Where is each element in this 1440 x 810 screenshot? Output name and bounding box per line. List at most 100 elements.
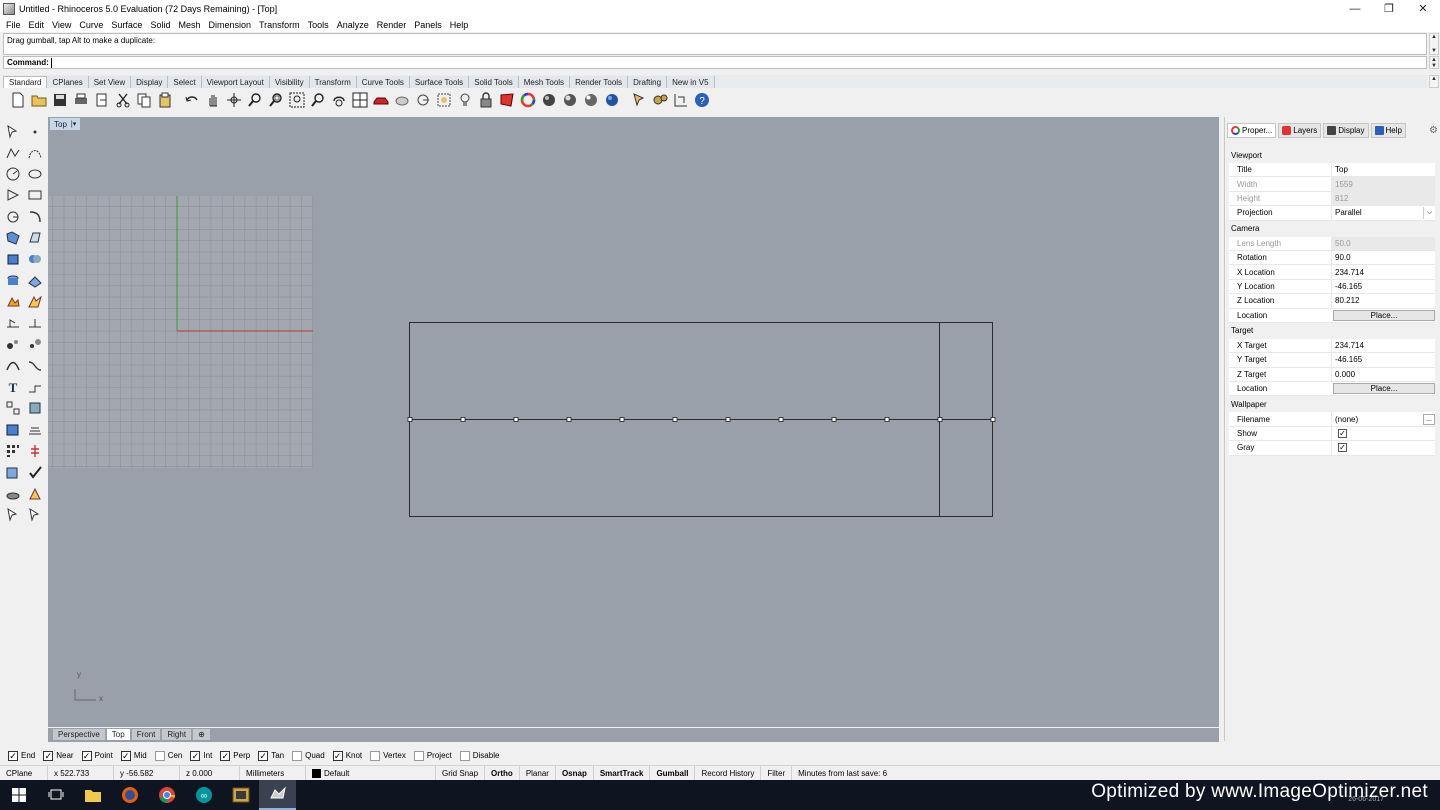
dimension-tool-icon[interactable] <box>670 90 691 111</box>
group-icon[interactable] <box>2 419 24 440</box>
tab-display-panel[interactable]: Display <box>1323 122 1369 138</box>
viewport-tab-right[interactable]: Right <box>161 728 193 741</box>
firefox-icon[interactable] <box>111 780 148 810</box>
viewport-tab-perspective[interactable]: Perspective <box>52 728 106 741</box>
osnap-checkbox[interactable]: ✓ <box>190 750 201 761</box>
osnap-checkbox[interactable] <box>413 750 424 761</box>
dimension-icon[interactable] <box>24 398 46 419</box>
menu-render[interactable]: Render <box>373 20 411 30</box>
osnap-checkbox[interactable] <box>370 750 381 761</box>
paint-icon[interactable] <box>24 504 46 525</box>
ortho-toggle[interactable]: Ortho <box>485 765 520 781</box>
tab-help-panel[interactable]: Help <box>1370 122 1406 138</box>
gumball-toggle[interactable]: Gumball <box>650 765 696 781</box>
render-sphere-icon[interactable] <box>580 90 601 111</box>
rotate-3d-icon[interactable]: T <box>2 377 24 398</box>
tab-mesh-tools[interactable]: Mesh Tools <box>518 76 571 88</box>
tab-transform[interactable]: Transform <box>309 76 357 88</box>
paste-icon[interactable] <box>154 90 175 111</box>
print-icon[interactable] <box>70 90 91 111</box>
osnap-checkbox[interactable] <box>292 750 303 761</box>
osnap-quad[interactable]: Quad <box>292 750 325 761</box>
copy-icon[interactable] <box>133 90 154 111</box>
osnap-cen[interactable]: Cen <box>154 750 182 761</box>
status-units[interactable]: Millimeters <box>240 765 306 781</box>
viewport-title[interactable]: Top |▾ <box>50 118 81 130</box>
osnap-project[interactable]: Project <box>413 750 452 761</box>
command-line[interactable]: Command: <box>3 56 1427 69</box>
cut-icon[interactable] <box>112 90 133 111</box>
grid-snap-toggle[interactable]: Grid Snap <box>436 765 486 781</box>
menu-file[interactable]: File <box>2 20 25 30</box>
osnap-point[interactable]: ✓ Point <box>81 750 113 761</box>
osnap-end[interactable]: ✓ End <box>8 750 35 761</box>
join-icon[interactable] <box>2 355 24 376</box>
point-icon[interactable] <box>24 121 46 142</box>
undo-icon[interactable] <box>181 90 202 111</box>
osnap-checkbox[interactable]: ✓ <box>120 750 131 761</box>
box-solid-icon[interactable] <box>2 249 24 270</box>
trim-icon[interactable] <box>24 313 46 334</box>
zoom-selected-icon[interactable] <box>307 90 328 111</box>
tab-visibility[interactable]: Visibility <box>269 76 310 88</box>
bend-icon[interactable] <box>24 377 46 398</box>
file-explorer-icon[interactable] <box>74 780 111 810</box>
viewport-menu-arrow-icon[interactable]: |▾ <box>71 120 76 128</box>
render-solid-icon[interactable] <box>2 504 24 525</box>
gray-checkbox[interactable]: ✓ <box>1338 443 1347 453</box>
prop-row-x-location[interactable]: X Location 234.714 <box>1229 265 1435 280</box>
lock-icon[interactable] <box>475 90 496 111</box>
osnap-tan[interactable]: ✓ Tan <box>258 750 284 761</box>
status-cplane[interactable]: CPlane <box>0 765 48 781</box>
mesh-box-icon[interactable] <box>2 440 24 461</box>
color-wheel-icon[interactable] <box>517 90 538 111</box>
command-history-scrollbar[interactable]: ▲ ▼ <box>1429 33 1439 55</box>
explode-icon[interactable] <box>2 291 24 312</box>
fillet-curve-icon[interactable] <box>24 206 46 227</box>
top-viewport[interactable]: x y Top |▾ <box>48 117 1219 727</box>
settings-gears-icon[interactable] <box>649 90 670 111</box>
osnap-checkbox[interactable] <box>154 750 165 761</box>
prop-row-rotation[interactable]: Rotation 90.0 <box>1229 250 1435 266</box>
show-checkbox[interactable]: ✓ <box>1338 429 1347 439</box>
menu-analyze[interactable]: Analyze <box>333 20 373 30</box>
tab-select[interactable]: Select <box>168 76 202 88</box>
rendered-sphere-icon[interactable] <box>559 90 580 111</box>
osnap-toggle[interactable]: Osnap <box>556 765 594 781</box>
select-points-icon[interactable] <box>391 90 412 111</box>
prop-row-z-location[interactable]: Z Location 80.212 <box>1229 294 1435 309</box>
osnap-int[interactable]: ✓ Int <box>190 750 212 761</box>
chevron-down-icon[interactable]: ⌵ <box>1423 206 1435 219</box>
help-icon[interactable]: ? <box>691 90 712 111</box>
osnap-checkbox[interactable] <box>459 750 470 761</box>
check-icon[interactable] <box>24 483 46 504</box>
open-file-icon[interactable] <box>28 90 49 111</box>
menu-view[interactable]: View <box>48 20 75 30</box>
array-icon[interactable] <box>2 334 24 355</box>
tab-standard[interactable]: Standard <box>3 76 48 88</box>
close-button[interactable]: ✕ <box>1406 0 1440 17</box>
camera-place-button[interactable]: Place... <box>1333 309 1435 321</box>
circle-tool-icon[interactable] <box>412 90 433 111</box>
arc-icon[interactable] <box>2 206 24 227</box>
zoom-dynamic-icon[interactable] <box>244 90 265 111</box>
panel-settings-gear-icon[interactable]: ⚙ <box>1429 125 1438 136</box>
tab-new-in-v5[interactable]: New in V5 <box>667 76 715 88</box>
projection-select[interactable]: Parallel <box>1335 208 1362 217</box>
osnap-mid[interactable]: ✓ Mid <box>120 750 147 761</box>
osnap-checkbox[interactable]: ✓ <box>8 750 18 761</box>
osnap-vertex[interactable]: Vertex <box>370 750 406 761</box>
smarttrack-toggle[interactable]: SmartTrack <box>594 765 651 781</box>
tab-solid-tools[interactable]: Solid Tools <box>469 76 519 88</box>
pointer-tool-icon[interactable] <box>628 90 649 111</box>
tab-surface-tools[interactable]: Surface Tools <box>409 76 470 88</box>
undo-view-icon[interactable] <box>328 90 349 111</box>
scale-icon[interactable] <box>24 334 46 355</box>
prop-row-y-location[interactable]: Y Location -46.165 <box>1229 279 1435 295</box>
block-icon[interactable] <box>24 419 46 440</box>
car-render-icon[interactable] <box>370 90 391 111</box>
zoom-window-icon[interactable] <box>265 90 286 111</box>
analyze-icon[interactable] <box>2 483 24 504</box>
control-point-curve-icon[interactable] <box>24 142 46 163</box>
media-app-icon[interactable] <box>222 780 259 810</box>
